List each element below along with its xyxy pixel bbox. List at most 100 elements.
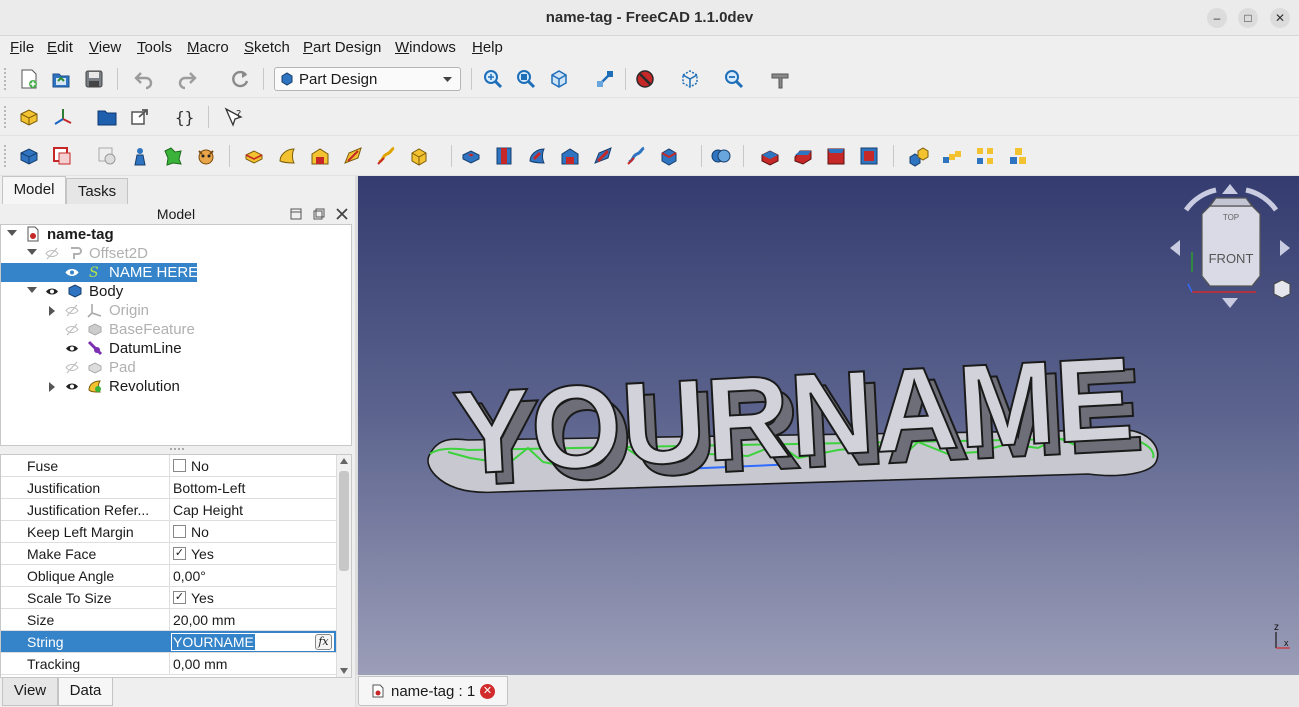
arrow-up-icon[interactable] bbox=[1222, 184, 1238, 194]
draw-style-icon[interactable] bbox=[632, 66, 658, 92]
menu-file[interactable]: File bbox=[10, 39, 34, 56]
property-value[interactable]: Bottom-Left bbox=[173, 480, 245, 496]
property-row-scale-to-size[interactable]: Scale To Size ✓ Yes bbox=[1, 587, 337, 609]
property-row-fuse[interactable]: Fuse No bbox=[1, 455, 337, 477]
fit-all-icon[interactable] bbox=[480, 66, 506, 92]
property-row-make-face[interactable]: Make Face ✓ Yes bbox=[1, 543, 337, 565]
menu-part-design[interactable]: Part Design bbox=[303, 39, 381, 56]
tab-view[interactable]: View bbox=[2, 678, 58, 706]
isometric-view-icon[interactable] bbox=[546, 66, 572, 92]
scroll-thumb[interactable] bbox=[339, 471, 349, 571]
tree-item-body[interactable]: Body bbox=[1, 282, 351, 301]
create-body-icon[interactable] bbox=[16, 143, 42, 169]
property-row-justification-reference[interactable]: Justification Refer... Cap Height bbox=[1, 499, 337, 521]
property-value[interactable]: 20,00 mm bbox=[173, 612, 235, 628]
tree-root[interactable]: name-tag bbox=[1, 225, 351, 244]
toolbar-grip[interactable] bbox=[4, 145, 7, 167]
close-window-button[interactable]: ✕ bbox=[1270, 8, 1290, 28]
tree-item-origin[interactable]: Origin bbox=[1, 301, 351, 320]
arrow-right-icon[interactable] bbox=[1280, 240, 1290, 256]
close-panel-icon[interactable] bbox=[336, 208, 348, 220]
menu-help[interactable]: Help bbox=[472, 39, 503, 56]
refresh-icon[interactable] bbox=[227, 66, 253, 92]
tree-item-datumline[interactable]: DatumLine bbox=[1, 339, 351, 358]
multitransform-icon[interactable] bbox=[1005, 143, 1031, 169]
hole-icon[interactable] bbox=[491, 143, 517, 169]
tab-data[interactable]: Data bbox=[58, 678, 113, 706]
new-document-icon[interactable] bbox=[16, 66, 42, 92]
measure-tool-icon[interactable] bbox=[767, 66, 793, 92]
close-tab-icon[interactable]: ✕ bbox=[480, 684, 495, 699]
tab-tasks[interactable]: Tasks bbox=[66, 178, 128, 206]
expand-arrow[interactable] bbox=[49, 306, 55, 316]
link-icon[interactable] bbox=[127, 104, 153, 130]
eye-icon[interactable] bbox=[45, 285, 59, 298]
property-row-keep-left-margin[interactable]: Keep Left Margin No bbox=[1, 521, 337, 543]
expression-editor-icon[interactable]: fx bbox=[315, 634, 332, 650]
tree-item-revolution[interactable]: Revolution bbox=[1, 377, 351, 396]
menu-macro[interactable]: Macro bbox=[187, 39, 229, 56]
property-row-tracking[interactable]: Tracking 0,00 mm bbox=[1, 653, 337, 675]
property-value[interactable]: 0,00 mm bbox=[173, 656, 227, 672]
chamfer-icon[interactable] bbox=[790, 143, 816, 169]
additive-helix-icon[interactable] bbox=[373, 143, 399, 169]
thickness-icon[interactable] bbox=[856, 143, 882, 169]
scroll-down-icon[interactable] bbox=[340, 668, 348, 674]
measure-view-icon[interactable] bbox=[592, 66, 618, 92]
redo-icon[interactable] bbox=[174, 66, 200, 92]
subtractive-pipe-icon[interactable] bbox=[590, 143, 616, 169]
document-tab[interactable]: name-tag : 1 ✕ bbox=[358, 676, 508, 706]
zoom-out-icon[interactable] bbox=[721, 66, 747, 92]
3d-viewport[interactable]: YOURNAME YOURNAME TOP FRONT z x bbox=[358, 176, 1299, 675]
collapse-icon[interactable] bbox=[290, 208, 302, 220]
hidden-eye-icon[interactable] bbox=[45, 247, 59, 260]
property-row-justification[interactable]: Justification Bottom-Left bbox=[1, 477, 337, 499]
undo-icon[interactable] bbox=[131, 66, 157, 92]
hidden-eye-icon[interactable] bbox=[65, 304, 79, 317]
workbench-selector[interactable]: Part Design bbox=[274, 67, 461, 91]
open-document-icon[interactable] bbox=[48, 66, 74, 92]
toolbar-grip[interactable] bbox=[4, 106, 7, 128]
draft-icon[interactable] bbox=[823, 143, 849, 169]
eye-icon[interactable] bbox=[65, 380, 79, 393]
maximize-button[interactable]: □ bbox=[1238, 8, 1258, 28]
keep-left-margin-checkbox[interactable] bbox=[173, 525, 186, 538]
fit-selection-icon[interactable] bbox=[513, 66, 539, 92]
eye-icon[interactable] bbox=[65, 342, 79, 355]
expression-icon[interactable]: {} bbox=[171, 104, 197, 130]
hidden-eye-icon[interactable] bbox=[65, 361, 79, 374]
arrow-down-icon[interactable] bbox=[1222, 298, 1238, 308]
create-datum-icon[interactable] bbox=[50, 104, 76, 130]
string-input[interactable]: YOURNAME fx bbox=[170, 632, 335, 652]
cube-face-top[interactable] bbox=[1208, 197, 1254, 207]
whats-this-icon[interactable]: ? bbox=[221, 104, 247, 130]
eye-icon[interactable] bbox=[65, 266, 79, 279]
tree-item-name-here[interactable]: S NAME HERE bbox=[1, 263, 351, 282]
make-face-checkbox[interactable]: ✓ bbox=[173, 547, 186, 560]
validate-sketch-icon[interactable] bbox=[94, 143, 120, 169]
navigation-cube[interactable]: TOP FRONT bbox=[1166, 180, 1296, 312]
revolution-icon[interactable] bbox=[274, 143, 300, 169]
tree-item-basefeature[interactable]: BaseFeature bbox=[1, 320, 351, 339]
menu-edit[interactable]: Edit bbox=[47, 39, 73, 56]
subtractive-helix-icon[interactable] bbox=[623, 143, 649, 169]
tree-item-pad[interactable]: Pad bbox=[1, 358, 351, 377]
save-document-icon[interactable] bbox=[81, 66, 107, 92]
property-row-size[interactable]: Size 20,00 mm bbox=[1, 609, 337, 631]
minimize-button[interactable]: – bbox=[1207, 8, 1227, 28]
create-group-icon[interactable] bbox=[94, 104, 120, 130]
mirrored-icon[interactable] bbox=[906, 143, 932, 169]
hidden-eye-icon[interactable] bbox=[65, 323, 79, 336]
create-part-icon[interactable] bbox=[16, 104, 42, 130]
pad-icon[interactable] bbox=[241, 143, 267, 169]
tab-model[interactable]: Model bbox=[2, 176, 66, 204]
boolean-icon[interactable] bbox=[708, 143, 734, 169]
clone-icon[interactable] bbox=[193, 143, 219, 169]
pocket-icon[interactable] bbox=[458, 143, 484, 169]
expand-arrow[interactable] bbox=[27, 287, 37, 293]
float-panel-icon[interactable] bbox=[313, 208, 325, 220]
menu-sketch[interactable]: Sketch bbox=[244, 39, 290, 56]
fuse-checkbox[interactable] bbox=[173, 459, 186, 472]
create-sketch-icon[interactable] bbox=[49, 143, 75, 169]
scroll-up-icon[interactable] bbox=[340, 458, 348, 464]
